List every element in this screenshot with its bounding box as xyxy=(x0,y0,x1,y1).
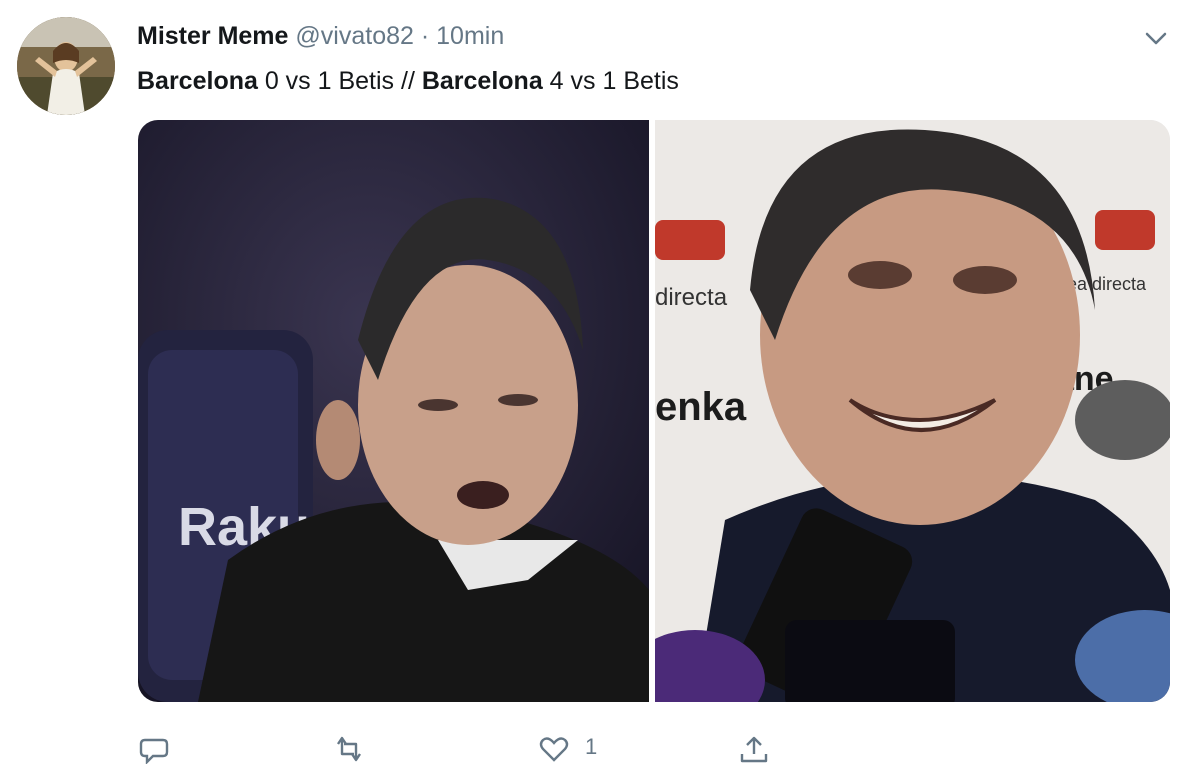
avatar-image xyxy=(17,17,115,115)
caption-score-2: 4 vs 1 Betis xyxy=(542,67,679,95)
tweet-text: Barcelona 0 vs 1 Betis // Barcelona 4 vs… xyxy=(137,64,679,98)
like-count: 1 xyxy=(585,734,598,759)
user-handle[interactable]: @vivato82 xyxy=(295,22,414,50)
reply-button[interactable] xyxy=(137,734,171,764)
retweet-icon xyxy=(337,736,361,762)
timestamp[interactable]: 10min xyxy=(436,22,504,50)
heart-icon xyxy=(539,737,569,762)
avatar[interactable] xyxy=(17,17,115,115)
caption-team-1: Barcelona xyxy=(137,67,258,95)
tweet-media[interactable]: Raku directa enka ea directa ane xyxy=(138,120,1170,702)
chevron-down-icon[interactable] xyxy=(1140,22,1172,54)
backdrop-text-3: ea directa xyxy=(1067,274,1147,294)
share-button[interactable] xyxy=(737,734,771,764)
tweet-header: Mister Meme @vivato82 · 10min xyxy=(137,20,504,52)
retweet-button[interactable] xyxy=(332,734,366,764)
caption-team-2: Barcelona xyxy=(421,67,543,95)
separator: · xyxy=(420,22,430,50)
tweet-actions: 1 xyxy=(137,734,837,764)
photo-sleeping-coach[interactable]: Raku xyxy=(138,120,649,702)
display-name[interactable]: Mister Meme xyxy=(137,22,288,50)
share-icon xyxy=(740,736,768,763)
backdrop-text-2: enka xyxy=(655,385,747,429)
reply-icon xyxy=(139,738,169,764)
photo-smiling-coach[interactable]: directa enka ea directa ane xyxy=(655,120,1170,702)
backdrop-text-1: directa xyxy=(655,284,728,311)
like-button[interactable]: 1 xyxy=(537,734,597,764)
caption-score-1: 0 vs 1 Betis // xyxy=(257,67,422,95)
